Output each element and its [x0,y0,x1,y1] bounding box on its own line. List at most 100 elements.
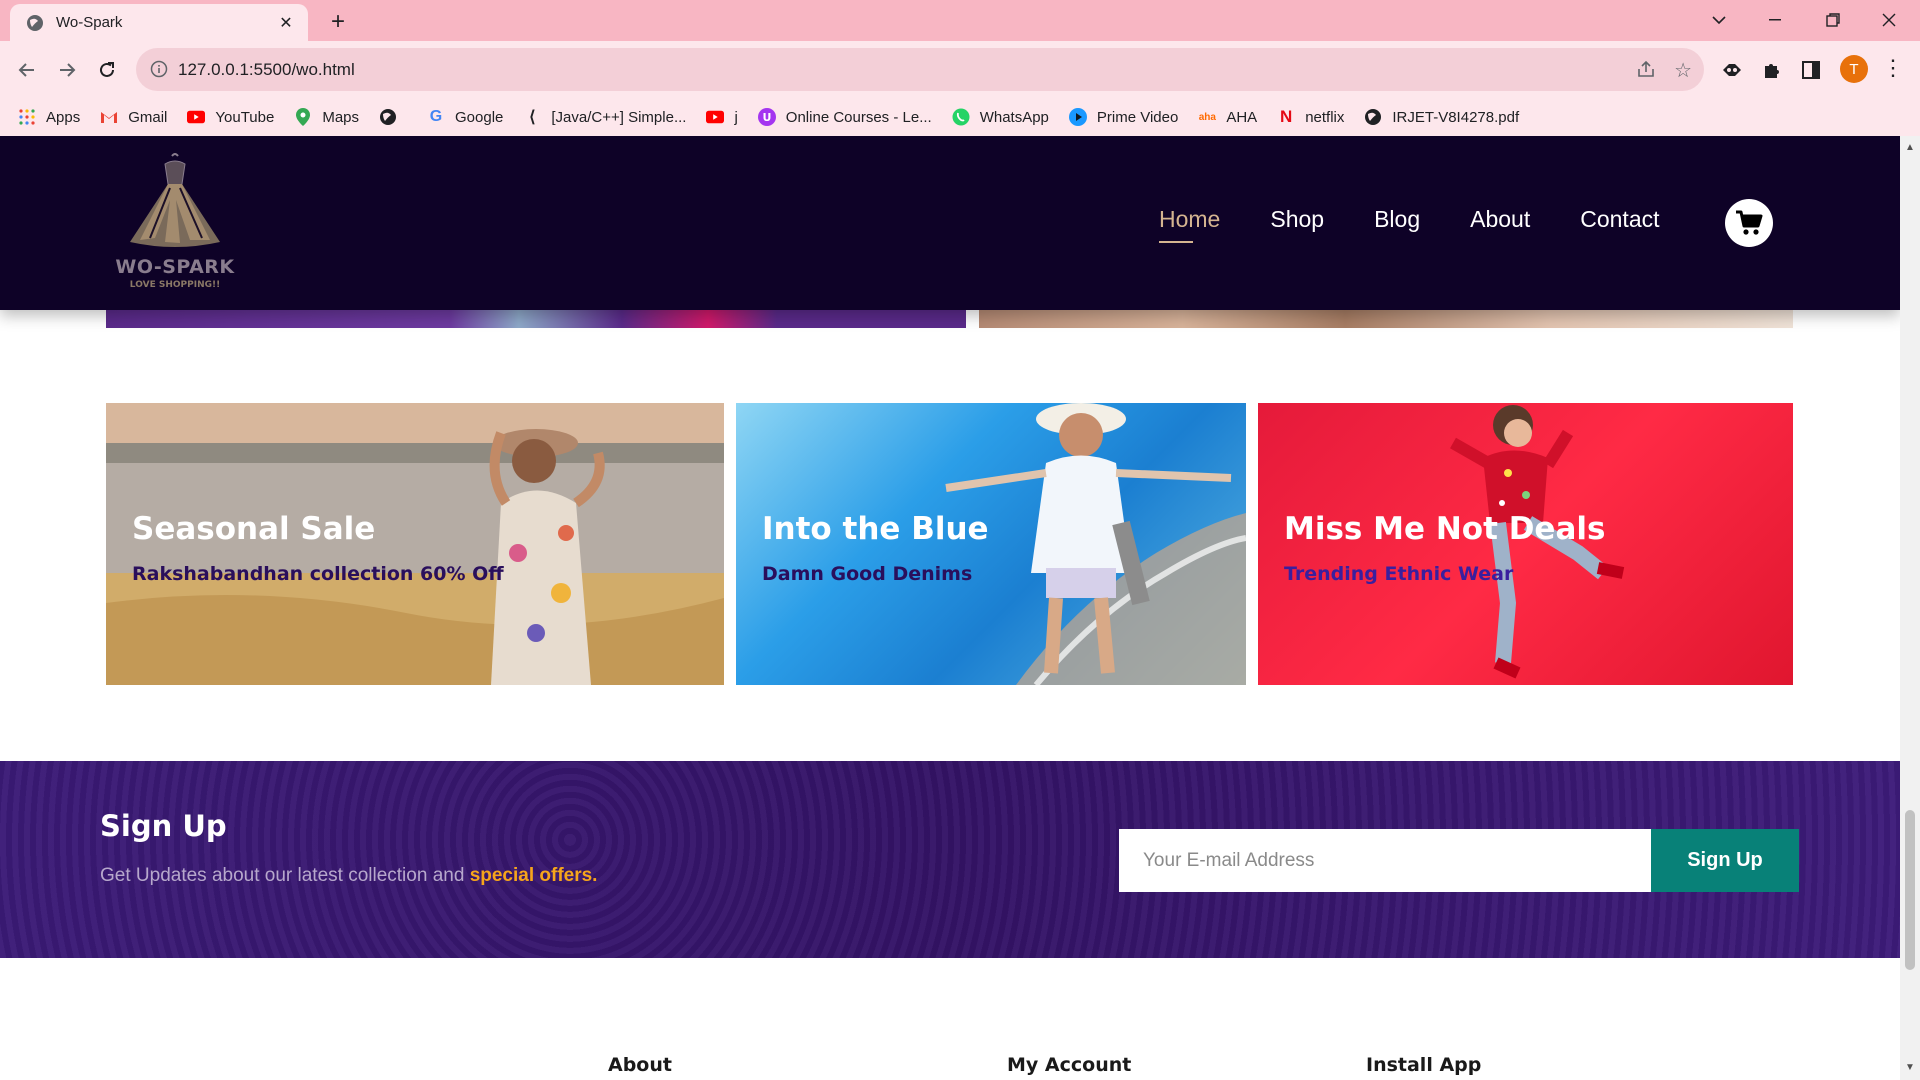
code-icon: ⟨ [529,109,536,126]
bookmark-label: [Java/C++] Simple... [551,108,687,126]
email-field[interactable] [1119,829,1651,892]
profile-avatar[interactable]: T [1840,55,1868,83]
bookmark-irjet-pdf[interactable]: IRJET-V8I4278.pdf [1364,108,1519,126]
bookmark-label: Google [455,108,504,126]
scroll-up-arrow-icon[interactable]: ▲ [1905,142,1915,153]
bookmark-label: IRJET-V8I4278.pdf [1392,108,1520,126]
bookmark-google[interactable]: G Google [427,108,504,126]
bookmark-youtube[interactable]: YouTube [187,108,274,126]
bookmark-aha[interactable]: aha AHA [1198,108,1257,126]
page-scrollbar[interactable]: ▲ ▼ [1900,136,1920,1080]
cart-button[interactable] [1725,199,1773,247]
newsletter-title: Sign Up [100,809,227,843]
newsletter-text-highlight: special offers. [469,865,598,886]
bookmark-online-courses[interactable]: U Online Courses - Le... [757,108,932,126]
apps-grid-icon [18,108,36,126]
banner-title: Miss Me Not Deals [1284,511,1606,547]
banner-miss-me-not[interactable]: Miss Me Not Deals Trending Ethnic Wear [1258,403,1793,685]
logo-tagline: LOVE SHOPPING!! [129,280,221,290]
bookmark-gmail[interactable]: Gmail [100,108,167,126]
svg-text:U: U [762,111,771,124]
newsletter-section: Sign Up Get Updates about our latest col… [0,761,1900,958]
bookmark-java-cpp[interactable]: ⟨ [Java/C++] Simple... [523,108,687,127]
restore-icon[interactable] [1810,4,1856,36]
bookmark-label: Apps [46,108,81,126]
bookmark-label: Prime Video [1096,108,1179,126]
close-window-icon[interactable] [1866,4,1912,36]
bookmark-globe[interactable] [379,108,407,126]
bookmark-prime-video[interactable]: Prime Video [1068,108,1179,126]
signup-button[interactable]: Sign Up [1651,829,1799,892]
footer-heading-install-app: Install App [1366,1054,1482,1076]
banner-subtitle: Rakshabandhan collection 60% Off [132,563,504,585]
nav-shop[interactable]: Shop [1270,206,1324,239]
udemy-icon: U [757,108,776,126]
bookmarks-bar: Apps Gmail YouTube Maps G Google ⟨ [Java… [0,98,1920,136]
close-tab-icon[interactable]: ✕ [274,11,298,35]
new-tab-icon[interactable]: + [324,8,352,36]
address-bar[interactable]: 127.0.0.1:5500/wo.html ☆ [136,48,1704,91]
bookmark-label: Online Courses - Le... [785,108,932,126]
aha-icon: aha [1198,111,1216,123]
minimize-icon[interactable] [1752,4,1798,36]
nav-home[interactable]: Home [1159,206,1220,243]
netflix-icon: N [1280,107,1293,126]
nav-about[interactable]: About [1470,206,1530,239]
url-text: 127.0.0.1:5500/wo.html [178,60,355,79]
bookmark-label: YouTube [215,108,275,126]
banner-subtitle: Trending Ethnic Wear [1284,563,1514,585]
newsletter-text-prefix: Get Updates about our latest collection … [100,865,470,886]
bookmark-label: AHA [1226,108,1258,126]
dress-logo-icon [130,153,220,247]
nav-blog[interactable]: Blog [1374,206,1420,239]
scrollbar-thumb[interactable] [1905,810,1915,970]
browser-tab[interactable]: Wo-Spark ✕ [10,4,308,41]
bookmark-maps[interactable]: Maps [294,108,359,126]
tab-search-icon[interactable] [1696,4,1742,36]
bookmark-star-icon[interactable]: ☆ [1674,58,1692,83]
tab-title: Wo-Spark [56,14,123,31]
main-nav: Home Shop Blog About Contact [1159,206,1710,243]
google-icon: G [429,108,443,125]
bookmark-label: Maps [322,108,360,126]
side-panel-icon[interactable] [1797,56,1825,84]
bookmark-label: Gmail [128,108,168,126]
newsletter-text: Get Updates about our latest collection … [100,865,597,887]
reload-icon[interactable] [92,55,122,85]
globe-icon [26,14,44,32]
banner-title: Seasonal Sale [132,511,376,547]
nav-contact[interactable]: Contact [1580,206,1659,239]
banner-seasonal-sale[interactable]: Seasonal Sale Rakshabandhan collection 6… [106,403,724,685]
logo-brand: WO-SPARK [115,256,235,278]
back-icon[interactable] [12,55,42,85]
maps-icon [294,108,312,126]
banner-title: Into the Blue [762,511,989,547]
page-viewport: WO-SPARK LOVE SHOPPING!! Home Shop Blog … [0,136,1900,1080]
share-icon[interactable] [1636,59,1656,84]
bookmark-whatsapp[interactable]: WhatsApp [952,108,1049,126]
site-logo[interactable]: WO-SPARK LOVE SHOPPING!! [110,150,240,300]
bookmark-j[interactable]: j [706,108,738,126]
puzzle-icon[interactable] [1758,56,1786,84]
bookmark-apps[interactable]: Apps [18,108,80,126]
site-header: WO-SPARK LOVE SHOPPING!! Home Shop Blog … [0,136,1900,310]
scroll-down-arrow-icon[interactable]: ▼ [1905,1062,1915,1073]
banner-into-the-blue[interactable]: Into the Blue Damn Good Denims [736,403,1246,685]
youtube-icon [187,108,206,126]
bookmark-label: WhatsApp [979,108,1049,126]
globe-icon [1364,108,1382,126]
whatsapp-icon [952,108,970,126]
youtube-icon [706,108,725,126]
shopping-cart-icon [1736,210,1763,235]
footer-heading-about: About [608,1054,672,1076]
forward-icon[interactable] [52,55,82,85]
bookmark-label: j [734,108,738,126]
prime-video-icon [1068,108,1087,126]
browser-tab-strip: Wo-Spark ✕ + [0,0,1920,41]
menu-kebab-icon[interactable]: ⋮ [1882,55,1904,81]
gmail-icon [100,108,118,126]
browser-toolbar: 127.0.0.1:5500/wo.html ☆ T ⋮ [0,41,1920,98]
info-icon[interactable] [150,60,168,78]
bookmark-netflix[interactable]: N netflix [1277,107,1344,126]
extension-icon[interactable] [1718,56,1746,84]
